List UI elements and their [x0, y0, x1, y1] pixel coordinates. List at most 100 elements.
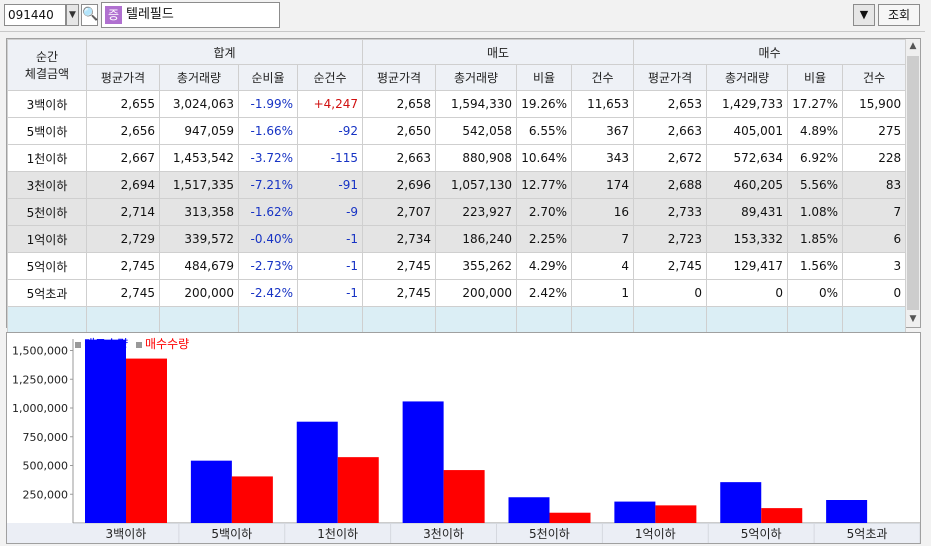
table-row[interactable]: 5백이하 2,656 947,059 -1.66% -92 2,650 542,058 6.5… [7, 117, 907, 145]
table-cell: 4.89% [787, 117, 844, 145]
table-cell: -2.42% [238, 279, 298, 307]
table-cell: 2,745 [362, 279, 437, 307]
x-tick-label: 1천이하 [317, 526, 358, 541]
column-header[interactable]: 비율 [787, 64, 844, 91]
stock-code-input[interactable]: 091440 [4, 4, 66, 26]
table-cell: 0 [633, 279, 708, 307]
scroll-down-icon[interactable]: ▼ [906, 312, 920, 327]
table-cell: 89,431 [706, 198, 789, 226]
scroll-up-icon[interactable]: ▲ [906, 39, 920, 54]
table-cell: 2,663 [362, 144, 437, 172]
row-label: 5천이하 [7, 198, 87, 226]
column-header[interactable]: 순비율 [238, 64, 298, 91]
table-cell: 129,417 [706, 252, 789, 280]
table-cell: 1.08% [787, 198, 844, 226]
column-header[interactable]: 평균가격 [86, 64, 160, 91]
column-header[interactable]: 평균가격 [362, 64, 437, 91]
table-row[interactable]: 1억이하 2,729 339,572 -0.40% -1 2,734 186,240 2.25… [7, 225, 907, 253]
column-header[interactable]: 비율 [516, 64, 573, 91]
table-cell: 6.55% [516, 117, 573, 145]
toolbar: 091440 ▼ 🔍 증 텔레필드 ▼ 조회 [0, 0, 931, 32]
table-cell: 2,745 [362, 252, 437, 280]
query-button[interactable]: 조회 [878, 4, 920, 26]
chart-legend: 매도수량 매수수량 [75, 335, 193, 352]
table-cell: 2,658 [362, 90, 437, 118]
legend-item-buy: 매수수량 [136, 337, 189, 351]
table-cell: 2,656 [86, 117, 160, 145]
bar-buy [126, 358, 167, 523]
table-cell: 0% [787, 279, 844, 307]
window-edge [925, 0, 931, 546]
table-cell: 343 [571, 144, 635, 172]
bar-buy [549, 512, 591, 523]
bar-sell [190, 460, 232, 523]
column-header[interactable]: 순건수 [296, 64, 364, 91]
table-row[interactable]: 5억이하 2,745 484,679 -2.73% -1 2,745 355,262 4.29… [7, 252, 907, 280]
table-row[interactable]: 3백이하 2,655 3,024,063 -1.99% +4,247 2,658 1,594… [7, 90, 907, 118]
table-cell: -7.21% [238, 171, 298, 199]
bar-sell [402, 401, 444, 523]
table-cell: 2.25% [516, 225, 573, 253]
table-row[interactable]: 3천이하 2,694 1,517,335 -7.21% -91 2,696 1,057,13… [7, 171, 907, 199]
y-tick-label: 1,500,000 [12, 345, 68, 358]
table-cell: 83 [842, 171, 907, 199]
group-header-buy: 매수 [633, 39, 907, 65]
table-cell: 2,650 [362, 117, 437, 145]
table-cell: 1,517,335 [159, 171, 239, 199]
column-header[interactable]: 총거래량 [706, 64, 789, 91]
table-cell: -1.62% [238, 198, 298, 226]
table-cell: 11,653 [571, 90, 635, 118]
column-header[interactable]: 건수 [571, 64, 635, 91]
row-label: 1억이하 [7, 225, 87, 253]
data-grid: 순간 체결금액 합계 매도 매수 평균가격 총거래량 순비율 순건수 평균가격 총거래량 비… [6, 38, 921, 334]
empty-cell [7, 306, 87, 334]
table-cell: 880,908 [435, 144, 518, 172]
x-tick-label: 5억초과 [847, 527, 888, 541]
empty-cell [362, 306, 437, 334]
row-label: 5억이하 [7, 252, 87, 280]
table-cell: 1.85% [787, 225, 844, 253]
vertical-scrollbar[interactable]: ▲ ▼ [905, 39, 920, 327]
bar-sell [614, 501, 656, 523]
table-row[interactable]: 5억초과 2,745 200,000 -2.42% -1 2,745 200,000 2.42… [7, 279, 907, 307]
table-cell: -9 [296, 198, 364, 226]
x-tick-label: 3천이하 [423, 526, 464, 541]
table-cell: 200,000 [435, 279, 518, 307]
table-cell: -3.72% [238, 144, 298, 172]
scrollbar-thumb[interactable] [907, 56, 919, 310]
empty-cell [86, 306, 160, 334]
column-header[interactable]: 건수 [842, 64, 907, 91]
table-cell: 367 [571, 117, 635, 145]
table-cell: 2,688 [633, 171, 708, 199]
table-cell: 2,723 [633, 225, 708, 253]
search-icon[interactable]: 🔍 [81, 4, 98, 26]
stock-code-dropdown-button[interactable]: ▼ [66, 4, 79, 26]
table-cell: +4,247 [296, 90, 364, 118]
menu-dropdown-button[interactable]: ▼ [853, 4, 875, 26]
table-cell: 2,667 [86, 144, 160, 172]
table-cell: 2,734 [362, 225, 437, 253]
empty-cell [787, 306, 844, 334]
table-row[interactable]: 1천이하 2,667 1,453,542 -3.72% -115 2,663 880,908… [7, 144, 907, 172]
table-cell: 542,058 [435, 117, 518, 145]
table-cell: 572,634 [706, 144, 789, 172]
bar-sell [508, 497, 550, 523]
empty-cell [633, 306, 708, 334]
table-cell: 3 [842, 252, 907, 280]
table-cell: 3,024,063 [159, 90, 239, 118]
stock-name-field[interactable]: 증 텔레필드 [101, 2, 280, 28]
row-label: 5백이하 [7, 117, 87, 145]
empty-cell [842, 306, 907, 334]
column-header[interactable]: 총거래량 [435, 64, 518, 91]
table-cell: 16 [571, 198, 635, 226]
x-tick-label: 1억이하 [635, 527, 676, 541]
table-cell: 2,672 [633, 144, 708, 172]
table-cell: 2,653 [633, 90, 708, 118]
x-tick-label: 5억이하 [741, 527, 782, 541]
table-cell: 200,000 [159, 279, 239, 307]
table-cell: 1,594,330 [435, 90, 518, 118]
table-cell: 6.92% [787, 144, 844, 172]
column-header[interactable]: 총거래량 [159, 64, 239, 91]
table-row[interactable]: 5천이하 2,714 313,358 -1.62% -9 2,707 223,927 2.70… [7, 198, 907, 226]
column-header[interactable]: 평균가격 [633, 64, 708, 91]
